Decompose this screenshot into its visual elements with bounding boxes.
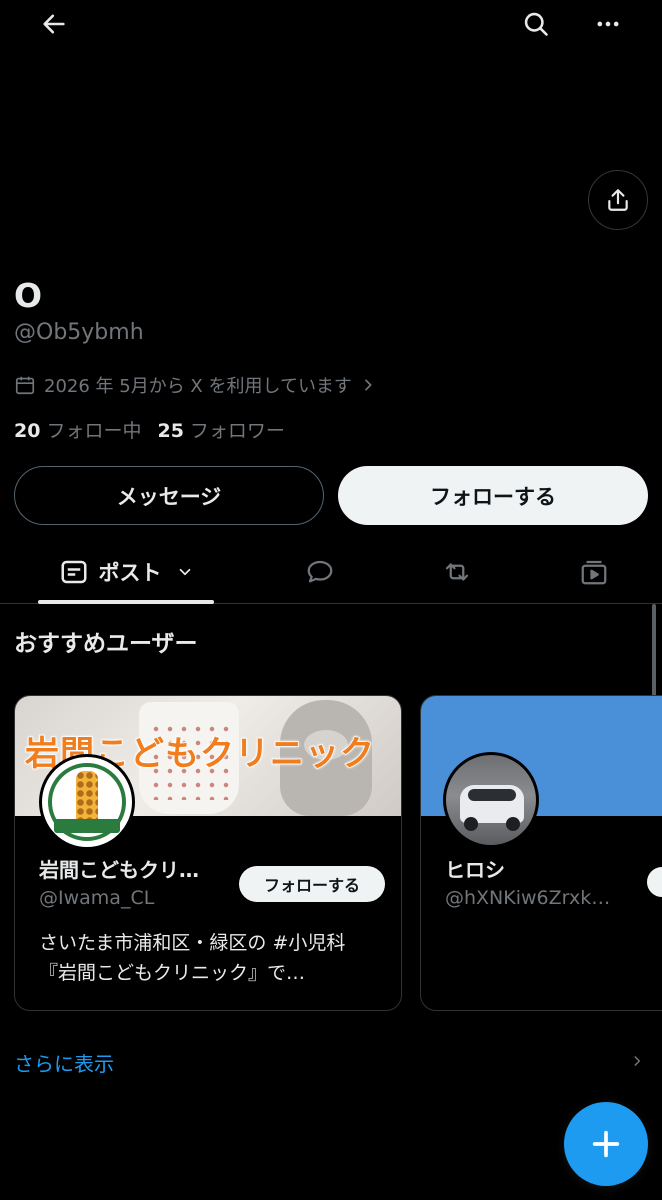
- user-card-follow-button[interactable]: フォローする: [239, 866, 385, 902]
- profile-tabs: ポスト: [0, 540, 662, 604]
- tab-posts-label: ポスト: [98, 561, 162, 585]
- following-link[interactable]: 20 フォロー中: [14, 416, 141, 443]
- car-wheel: [464, 817, 478, 831]
- message-button[interactable]: メッセージ: [14, 466, 324, 525]
- followers-link[interactable]: 25 フォロワー: [157, 416, 284, 443]
- chevron-right-icon: [365, 379, 372, 391]
- user-card[interactable]: ヒロシ @hXNKiw6Zrxk…: [420, 695, 662, 1011]
- following-label: フォロー中: [46, 420, 142, 442]
- car-wheel: [506, 817, 520, 831]
- follow-stats: 20 フォロー中 25 フォロワー: [14, 416, 285, 443]
- user-card-handle: @hXNKiw6Zrxk…: [445, 887, 611, 909]
- avatar[interactable]: [39, 754, 135, 850]
- repost-icon: [445, 563, 469, 581]
- show-more-link[interactable]: さらに表示: [14, 1048, 114, 1077]
- chevron-right-icon: [634, 1056, 641, 1066]
- display-name: O: [14, 276, 43, 315]
- car-window: [468, 789, 516, 801]
- chevron-down-icon: [179, 568, 190, 576]
- avatar[interactable]: [443, 752, 539, 848]
- tab-media[interactable]: [570, 540, 618, 604]
- profile-handle: @Ob5ybmh: [14, 320, 144, 345]
- tab-posts[interactable]: ポスト: [38, 540, 214, 604]
- followers-count: 25: [157, 420, 184, 442]
- more-horizontal-icon: [597, 21, 619, 27]
- user-card-handle: @Iwama_CL: [39, 887, 155, 909]
- joined-date-row[interactable]: 2026 年 5月から X を利用しています: [14, 372, 376, 398]
- followers-label: フォロワー: [189, 420, 285, 442]
- avatar-logo-banner: [54, 819, 120, 833]
- following-count: 20: [14, 420, 41, 442]
- back-button[interactable]: [32, 2, 76, 46]
- arrow-left-icon: [43, 14, 65, 34]
- user-card-name: 岩間こどもクリ…: [39, 858, 199, 882]
- active-tab-indicator: [38, 600, 214, 604]
- plus-icon: [592, 1130, 620, 1158]
- calendar-icon: [15, 376, 35, 395]
- user-card-name: ヒロシ: [445, 858, 505, 882]
- search-button[interactable]: [514, 2, 558, 46]
- speech-bubble-icon: [307, 560, 333, 583]
- tab-replies[interactable]: [296, 540, 344, 604]
- joined-date-text: 2026 年 5月から X を利用しています: [44, 376, 352, 397]
- top-bar: [0, 0, 662, 48]
- recommended-users-title: おすすめユーザー: [14, 631, 198, 657]
- media-icon: [581, 560, 607, 585]
- search-icon: [524, 12, 548, 36]
- share-button[interactable]: [588, 170, 648, 230]
- follow-button[interactable]: フォローする: [338, 466, 648, 525]
- posts-icon: [61, 560, 86, 584]
- tab-reposts[interactable]: [433, 540, 481, 604]
- more-button[interactable]: [586, 2, 630, 46]
- share-icon: [608, 189, 628, 211]
- user-card-bio: さいたま市浦和区・緑区の #小児科『岩間こどもクリニック』で…: [39, 932, 346, 984]
- user-card[interactable]: 岩間こどもクリニック 岩間こどもクリ… @Iwama_CL フォローする さいた…: [14, 695, 402, 1011]
- giraffe-logo-icon: [76, 771, 98, 823]
- compose-button[interactable]: [564, 1102, 648, 1186]
